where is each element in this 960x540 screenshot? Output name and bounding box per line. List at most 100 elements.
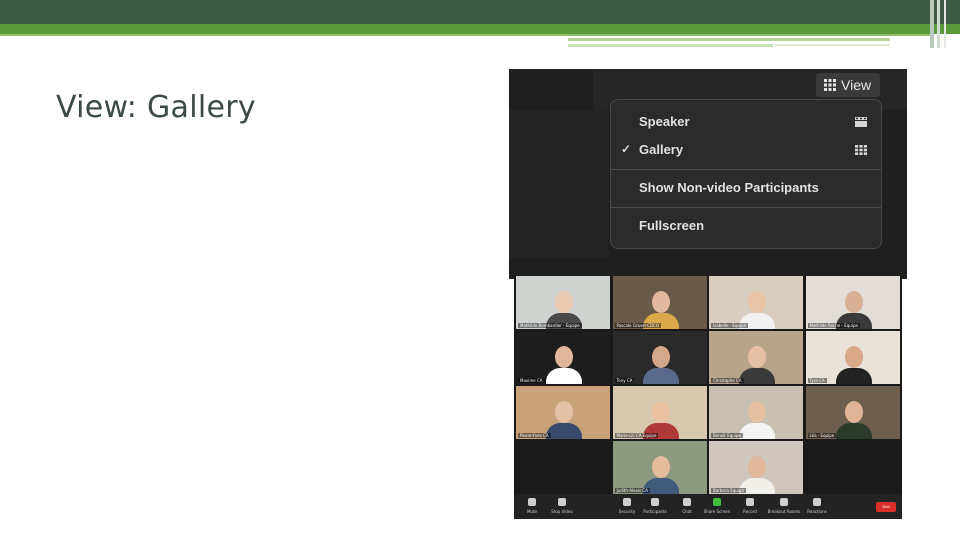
view-dropdown-menu: Speaker ✓ Gallery Show Non-video Partici… (610, 99, 882, 249)
participant-face (748, 346, 766, 368)
participant-face (555, 346, 573, 368)
menu-item-label: Fullscreen (639, 218, 705, 233)
participant-name: Christophe CA (711, 378, 744, 383)
participant-tile[interactable]: Pascale Gravel CDCO (612, 276, 707, 329)
participant-name: Pascale Gravel CDCO (614, 323, 661, 328)
participant-face (844, 291, 863, 313)
toolbar-button[interactable]: Breakout Rooms (766, 498, 802, 516)
participant-tile[interactable]: Barbara Equipe (709, 441, 803, 494)
participant-name: Léa - Equipe (807, 433, 837, 438)
toolbar-icon (713, 498, 721, 506)
participant-tile[interactable]: Pierre-Yves CA (516, 386, 610, 439)
participant-body (739, 368, 775, 384)
participant-tile[interactable]: Christophe CA (709, 331, 803, 384)
video-background (516, 441, 610, 494)
toolbar-button[interactable]: Share Screen (699, 498, 735, 516)
toolbar-icon (746, 498, 754, 506)
participant-tile[interactable]: Marie-Lili CA Equipe (612, 386, 707, 439)
slide-title: View: Gallery (56, 90, 256, 125)
menu-item-label: Speaker (639, 114, 690, 129)
slide-decor-line (775, 44, 890, 46)
speaker-view-icon (855, 117, 867, 127)
participant-face (651, 291, 670, 313)
toolbar-button[interactable]: Participants (637, 498, 673, 516)
toolbar-icon (780, 498, 788, 506)
participant-tile[interactable] (516, 441, 610, 494)
toolbar-button[interactable]: Stop Video (544, 498, 580, 516)
gallery-grid-icon (855, 145, 867, 155)
toolbar-icon (623, 498, 631, 506)
menu-item-speaker[interactable]: Speaker (611, 108, 881, 136)
gallery-view-screenshot: Mathilde Bombardier - Equipe Pascale Grav… (514, 276, 902, 519)
view-button-label: View (841, 77, 872, 93)
participant-tile[interactable]: Léa - Equipe (805, 386, 900, 439)
participant-face (748, 401, 766, 423)
end-meeting-button[interactable]: End (876, 502, 896, 512)
participant-face (651, 456, 670, 478)
participant-name: Mathilde Roche - Equipe (807, 323, 860, 328)
participant-name: Judith-Alexis CA (614, 488, 650, 493)
toolbar-icon (558, 498, 566, 506)
toolbar-label: Record (743, 509, 757, 514)
slide-corner-decor (937, 0, 940, 48)
participant-name: Benoit Equipe (711, 433, 743, 438)
toolbar-button[interactable]: Reactions (799, 498, 835, 516)
participant-face (555, 401, 573, 423)
video-background (805, 441, 900, 494)
participant-face (844, 401, 863, 423)
participant-tile[interactable] (805, 441, 900, 494)
toolbar-icon (651, 498, 659, 506)
slide-header-accent (0, 24, 960, 34)
participant-tile[interactable]: Mathilde Bombardier - Equipe (516, 276, 610, 329)
participant-body (739, 423, 775, 439)
participant-tile[interactable]: Tyra CA (805, 331, 900, 384)
toolbar-label: Stop Video (551, 509, 573, 514)
view-button[interactable]: View (816, 73, 880, 97)
participant-tile[interactable]: Benoit Equipe (709, 386, 803, 439)
participant-face (844, 346, 863, 368)
participant-face (748, 456, 766, 478)
toolbar-icon (813, 498, 821, 506)
slide-corner-decor (930, 0, 934, 48)
view-menu-screenshot: View Speaker ✓ Gallery Show Non-video Pa… (509, 69, 907, 279)
participant-face (651, 401, 670, 423)
menu-divider (611, 207, 881, 208)
slide-header-line (0, 34, 930, 36)
toolbar-icon (683, 498, 691, 506)
slide-decor-line (568, 44, 773, 47)
participant-face (748, 291, 766, 313)
participant-face (555, 291, 573, 313)
meeting-toolbar: Mute Stop Video Security Participants Chat Sh… (514, 494, 902, 519)
slide-header-band (0, 0, 960, 24)
participant-body (835, 423, 872, 439)
grid-icon (824, 79, 836, 91)
menu-item-gallery[interactable]: ✓ Gallery (611, 136, 881, 164)
menu-item-label: Gallery (639, 142, 684, 157)
menu-item-label: Show Non-video Participants (639, 180, 819, 195)
participant-tile[interactable]: Maxime CA (516, 331, 610, 384)
toolbar-label: Share Screen (703, 509, 731, 514)
participant-body (642, 368, 679, 384)
menu-item-show-non-video[interactable]: Show Non-video Participants (611, 174, 881, 202)
participant-name: Tyra CA (807, 378, 827, 383)
participant-tile[interactable]: Isabelle - Equipe (709, 276, 803, 329)
toolbar-button[interactable]: Record (732, 498, 768, 516)
participant-name: Isabelle - Equipe (711, 323, 749, 328)
participant-face (651, 346, 670, 368)
participant-body (835, 368, 872, 384)
participant-name: Maxime CA (518, 378, 545, 383)
toolbar-label: Reactions (807, 509, 827, 514)
toolbar-label: Participants (643, 509, 667, 514)
menu-divider (611, 169, 881, 170)
participant-tile[interactable]: Mathilde Roche - Equipe (805, 276, 900, 329)
menu-item-fullscreen[interactable]: Fullscreen (611, 212, 881, 240)
participant-name: Mathilde Bombardier - Equipe (518, 323, 582, 328)
zoom-video-area (509, 109, 609, 259)
participant-body (546, 423, 582, 439)
slide-corner-decor (944, 0, 946, 48)
toolbar-label: Breakout Rooms (767, 509, 801, 514)
participant-tile[interactable]: Judith-Alexis CA (612, 441, 707, 494)
participant-tile[interactable]: Tony CA (612, 331, 707, 384)
slide-decor-line (568, 38, 890, 41)
participant-name: Tony CA (614, 378, 635, 383)
